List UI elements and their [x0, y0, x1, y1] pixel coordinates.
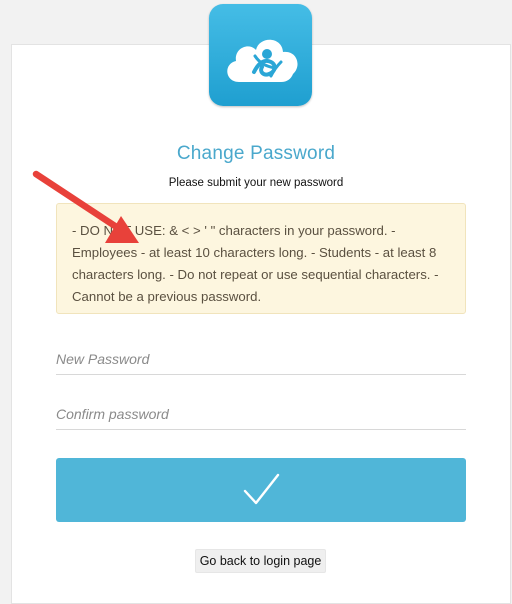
new-password-field[interactable]	[56, 344, 466, 375]
new-password-input[interactable]	[56, 344, 466, 374]
app-logo	[209, 4, 312, 106]
confirm-password-field[interactable]	[56, 399, 466, 430]
page-title: Change Password	[176, 143, 336, 164]
password-requirements-notice: - DO NOT USE: & < > ' " characters in yo…	[56, 203, 466, 314]
cloud-logo-icon	[227, 39, 298, 82]
back-to-login-button[interactable]: Go back to login page	[195, 549, 326, 573]
submit-button[interactable]	[56, 458, 466, 522]
checkmark-icon	[243, 473, 280, 505]
password-requirements-text: - DO NOT USE: & < > ' " characters in yo…	[72, 223, 439, 304]
confirm-password-input[interactable]	[56, 399, 466, 429]
page-subtitle: Please submit your new password	[168, 177, 344, 189]
